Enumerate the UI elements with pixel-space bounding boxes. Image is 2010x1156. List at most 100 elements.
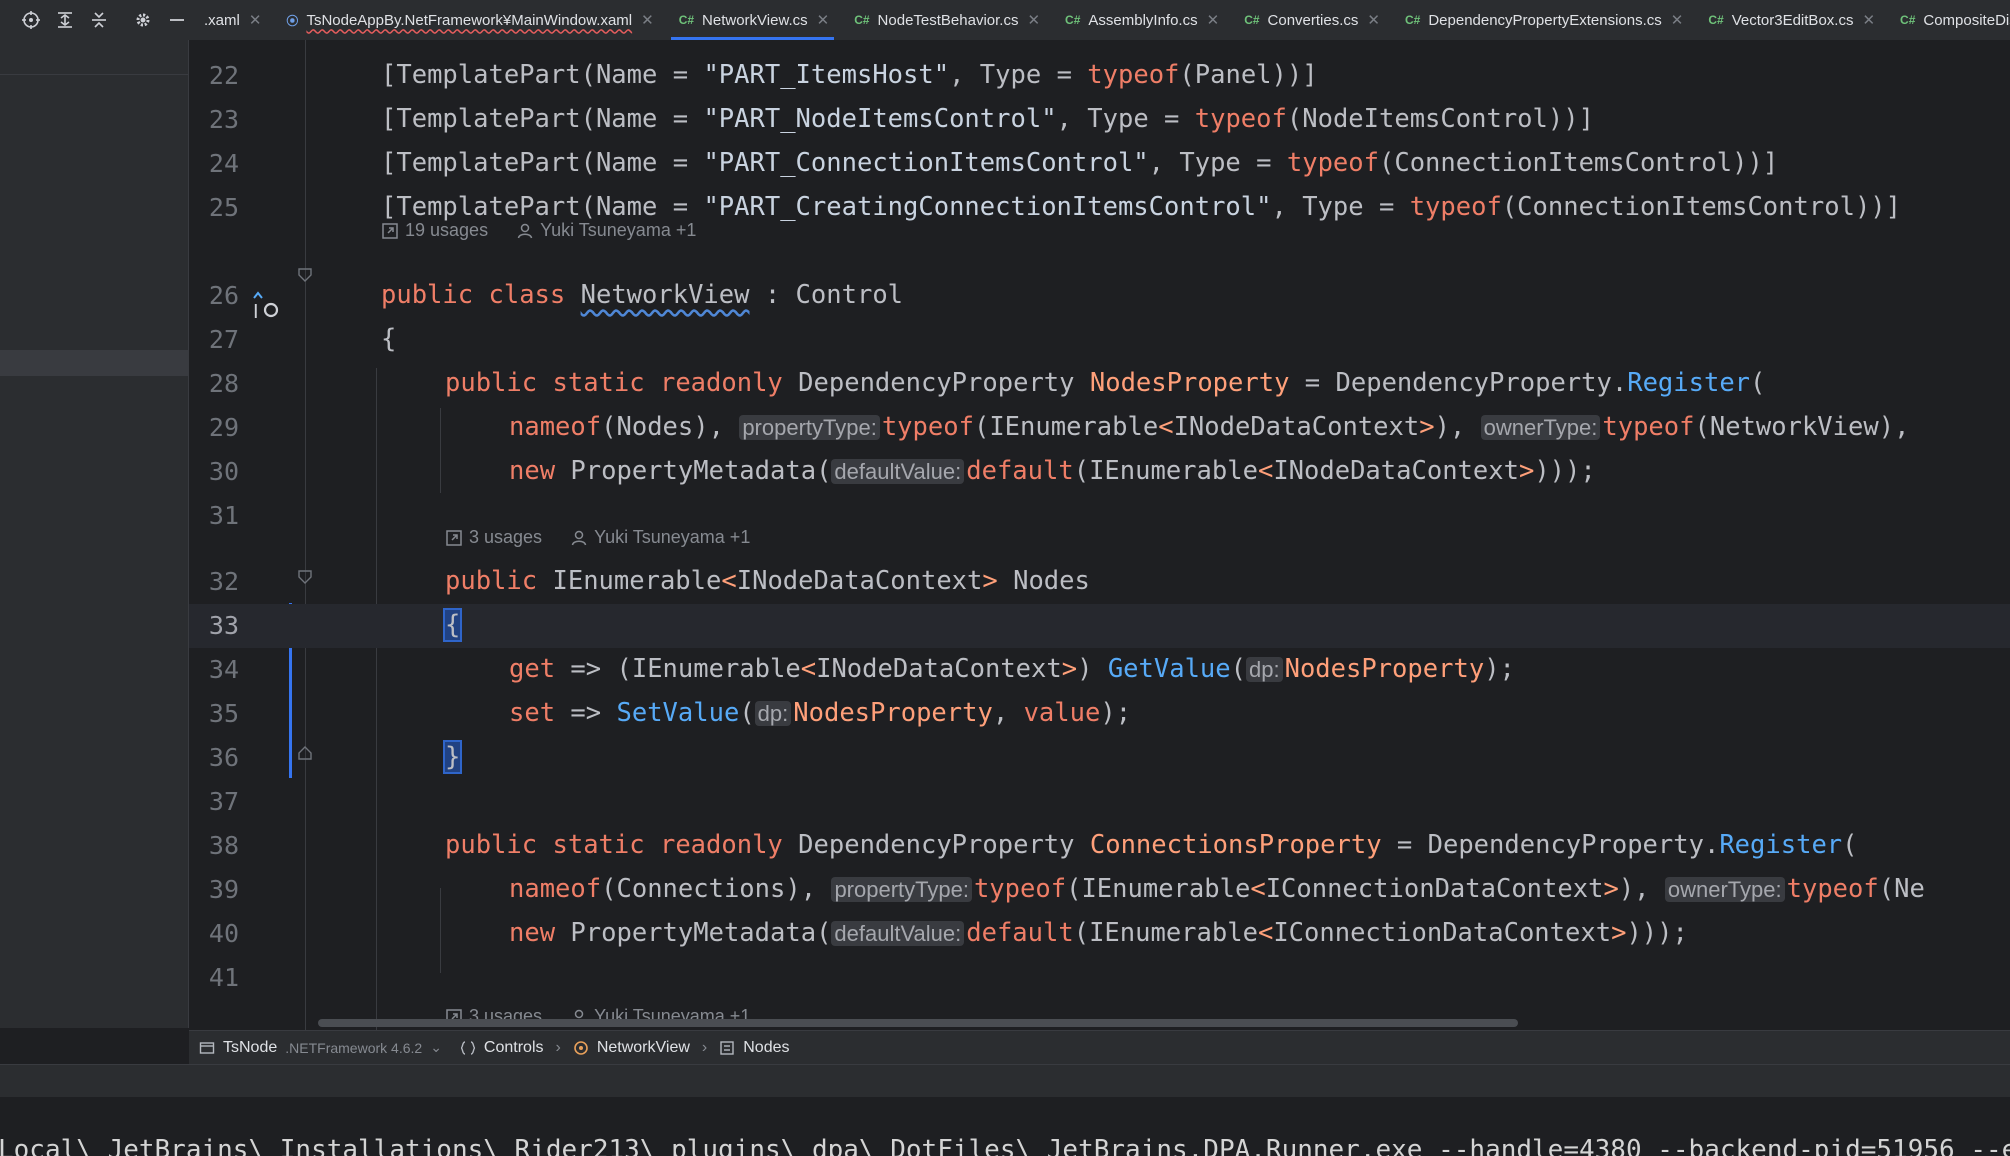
parameter-hint: defaultValue:	[831, 921, 965, 946]
breadcrumb-project[interactable]: TsNode	[223, 1039, 277, 1057]
breadcrumb-separator: ›	[555, 1038, 561, 1056]
code-line-30[interactable]: 30 new PropertyMetadata(defaultValue: def…	[189, 450, 2010, 494]
tool-window-header	[0, 1064, 2010, 1098]
code-line-34[interactable]: 34 get => (IEnumerable<INodeDataContext>…	[189, 648, 2010, 692]
code-line-27[interactable]: 27 {	[189, 318, 2010, 362]
close-icon[interactable]: ✕	[1207, 11, 1220, 29]
code-text: nameof(Nodes), propertyType: typeof(IEnum…	[509, 412, 1910, 442]
line-number: 38	[208, 831, 239, 860]
line-number: 26	[208, 281, 239, 310]
code-text: {	[442, 608, 463, 642]
parameter-hint: propertyType:	[831, 877, 972, 902]
code-line-35[interactable]: 35 set => SetValue(dp: NodesProperty, val…	[189, 692, 2010, 736]
line-number: 24	[208, 149, 239, 178]
tab-dependencypropertyextensions-cs[interactable]: C# DependencyPropertyExtensions.cs ✕	[1391, 0, 1694, 40]
minimize-icon[interactable]	[164, 6, 190, 34]
code-line-26[interactable]: 26 public class NetworkView : Control	[189, 274, 2010, 318]
parameter-hint: defaultValue:	[831, 459, 965, 484]
chevron-down-icon[interactable]: ⌄	[430, 1039, 442, 1056]
author-name[interactable]: Yuki Tsuneyama +1	[594, 527, 750, 548]
target-icon[interactable]	[18, 6, 44, 34]
usages-icon[interactable]	[381, 222, 399, 240]
close-icon[interactable]: ✕	[641, 11, 654, 29]
csharp-file-icon: C#	[1900, 13, 1916, 27]
close-icon[interactable]: ✕	[1367, 11, 1380, 29]
property-icon	[719, 1040, 735, 1056]
author-name[interactable]: Yuki Tsuneyama +1	[540, 220, 696, 241]
csharp-file-icon: C#	[678, 13, 695, 27]
code-editor[interactable]: 22 [TemplatePart(Name = "PART_ItemsHost"…	[189, 40, 2010, 1030]
line-number: 25	[208, 193, 239, 222]
breadcrumb-namespace[interactable]: Controls	[484, 1039, 544, 1057]
terminal-panel[interactable]: Local\ JetBrains\ Installations\ Rider21…	[0, 1097, 2010, 1156]
code-text: [TemplatePart(Name = "PART_CreatingConne…	[381, 192, 1901, 222]
csharp-file-icon: C#	[854, 13, 870, 27]
matched-brace: }	[442, 740, 463, 774]
code-line-28[interactable]: 28 public static readonly DependencyProp…	[189, 362, 2010, 406]
tab-mainwindow-xaml[interactable]: ⦿ TsNodeAppBy.NetFramework¥MainWindow.xa…	[272, 0, 664, 40]
breadcrumb-class[interactable]: NetworkView	[597, 1039, 690, 1057]
matched-brace: {	[442, 608, 463, 642]
tab-nodetestbehavior-cs[interactable]: C# NodeTestBehavior.cs ✕	[840, 0, 1051, 40]
editor-tab-bar: .xaml ✕ ⦿ TsNodeAppBy.NetFramework¥MainW…	[0, 0, 2010, 41]
code-text: {	[381, 324, 397, 354]
code-text: }	[442, 740, 463, 774]
tab-networkview-cs[interactable]: C# NetworkView.cs ✕	[665, 0, 841, 40]
tab-compositedisposable-cs[interactable]: C# CompositeDisposable.cs	[1886, 0, 2010, 40]
csharp-file-icon: C#	[1404, 13, 1421, 27]
close-icon[interactable]: ✕	[249, 11, 262, 29]
tool-window-toolbar	[0, 0, 190, 40]
tab-vector3editbox-cs[interactable]: C# Vector3EditBox.cs ✕	[1694, 0, 1886, 40]
selected-tree-row[interactable]	[0, 350, 188, 376]
tab-assemblyinfo-cs[interactable]: C# AssemblyInfo.cs ✕	[1051, 0, 1230, 40]
tab-converties-cs[interactable]: C# Converties.cs ✕	[1230, 0, 1391, 40]
code-line-32[interactable]: 32 public IEnumerable<INodeDataContext> …	[189, 560, 2010, 604]
code-text: [TemplatePart(Name = "PART_ItemsHost", T…	[381, 60, 1318, 90]
code-line-29[interactable]: 29 nameof(Nodes), propertyType: typeof(IE…	[189, 406, 2010, 450]
code-text: [TemplatePart(Name = "PART_ConnectionIte…	[381, 148, 1779, 178]
code-lens: 19 usages Yuki Tsuneyama +1	[381, 220, 696, 241]
code-line-36[interactable]: 36 }	[189, 736, 2010, 780]
code-line-38[interactable]: 38 public static readonly DependencyProp…	[189, 824, 2010, 868]
line-number: 32	[208, 567, 239, 596]
panel-divider	[0, 74, 188, 75]
code-line-24[interactable]: 24 [TemplatePart(Name = "PART_Connection…	[189, 142, 2010, 186]
line-number: 36	[208, 743, 239, 772]
breadcrumb: TsNode .NETFramework 4.6.2 ⌄ Controls › …	[189, 1030, 2010, 1064]
collapse-all-icon[interactable]	[86, 6, 112, 34]
code-text: public static readonly DependencyPropert…	[445, 830, 1858, 860]
usages-count[interactable]: 19 usages	[405, 220, 488, 241]
usages-count[interactable]: 3 usages	[469, 527, 542, 548]
line-number: 31	[208, 501, 239, 530]
breadcrumb-member[interactable]: Nodes	[743, 1039, 789, 1057]
usages-icon[interactable]	[445, 529, 463, 547]
xaml-file-icon: ⦿	[286, 13, 299, 28]
code-line-40[interactable]: 40 new PropertyMetadata(defaultValue: def…	[189, 912, 2010, 956]
code-text: new PropertyMetadata(defaultValue: defaul…	[509, 456, 1596, 486]
line-number: 39	[208, 875, 239, 904]
namespace-icon	[460, 1040, 476, 1056]
code-text: public IEnumerable<INodeDataContext> Nod…	[445, 566, 1090, 596]
code-line-22[interactable]: 22 [TemplatePart(Name = "PART_ItemsHost"…	[189, 54, 2010, 98]
close-icon[interactable]: ✕	[1671, 11, 1684, 29]
close-icon[interactable]: ✕	[1027, 11, 1040, 29]
code-line-33[interactable]: 33 {	[189, 604, 2010, 648]
horizontal-scrollbar[interactable]	[318, 1019, 1518, 1027]
gear-icon[interactable]	[130, 6, 156, 34]
parameter-hint: dp:	[1246, 657, 1283, 682]
close-icon[interactable]: ✕	[817, 11, 830, 29]
tab-label: Vector3EditBox.cs	[1731, 11, 1854, 29]
code-line-37[interactable]: 37	[189, 780, 2010, 824]
structure-tool-window[interactable]	[0, 40, 189, 1028]
tab-label: Converties.cs	[1267, 11, 1359, 29]
expand-all-icon[interactable]	[52, 6, 78, 34]
tab-xaml[interactable]: .xaml ✕	[190, 0, 272, 40]
code-text: get => (IEnumerable<INodeDataContext>) G…	[509, 654, 1515, 684]
parameter-hint: ownerType:	[1664, 877, 1785, 902]
close-icon[interactable]: ✕	[1862, 11, 1875, 29]
code-line-41[interactable]: 41	[189, 956, 2010, 1000]
code-line-23[interactable]: 23 [TemplatePart(Name = "PART_NodeItemsC…	[189, 98, 2010, 142]
csharp-file-icon: C#	[1708, 13, 1724, 27]
breadcrumb-framework[interactable]: .NETFramework 4.6.2	[285, 1040, 422, 1056]
code-line-39[interactable]: 39 nameof(Connections), propertyType: typ…	[189, 868, 2010, 912]
